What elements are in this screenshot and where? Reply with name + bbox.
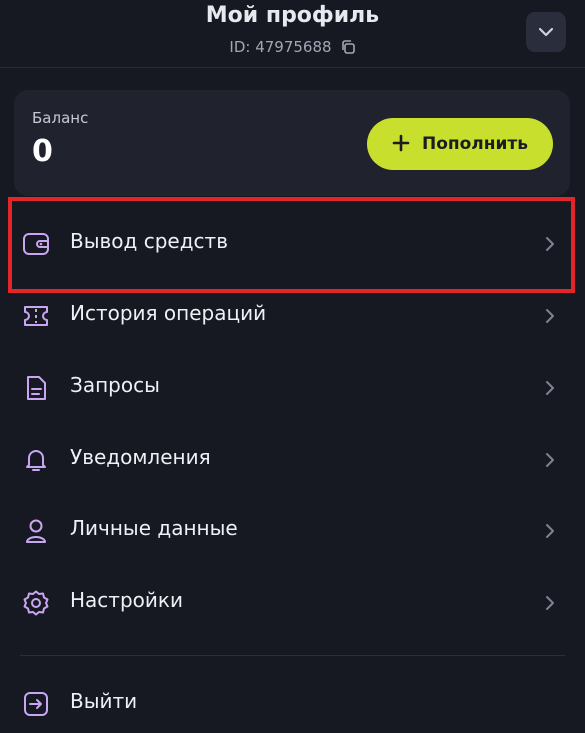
highlight-frame	[8, 197, 575, 293]
chevron-right-icon	[542, 522, 558, 540]
menu-divider	[20, 655, 565, 656]
menu-item-settings[interactable]: Настройки	[0, 572, 585, 632]
profile-header: Мой профиль ID: 47975688	[0, 0, 585, 68]
chevron-down-icon	[537, 23, 555, 42]
topup-button[interactable]: Пополнить	[367, 118, 553, 170]
menu-item-personal-data[interactable]: Личные данные	[0, 500, 585, 560]
balance-label: Баланс	[32, 109, 89, 127]
chevron-right-icon	[542, 594, 558, 612]
menu-item-label: Выйти	[70, 689, 138, 713]
menu-item-label: Настройки	[70, 588, 183, 612]
bell-icon	[22, 446, 50, 474]
menu-item-notifications[interactable]: Уведомления	[0, 429, 585, 489]
menu-item-requests[interactable]: Запросы	[0, 357, 585, 417]
gear-icon	[22, 589, 50, 617]
chevron-right-icon	[542, 307, 558, 325]
menu-item-label: История операций	[70, 301, 267, 325]
plus-icon	[392, 131, 410, 157]
balance-value: 0	[32, 134, 53, 169]
collapse-button[interactable]	[526, 12, 566, 52]
menu-item-label: Уведомления	[70, 445, 211, 469]
menu-item-logout[interactable]: Выйти	[0, 673, 585, 733]
menu-item-label: Личные данные	[70, 516, 238, 540]
chevron-right-icon	[542, 451, 558, 469]
page-title: Мой профиль	[205, 3, 380, 28]
document-icon	[22, 374, 50, 402]
menu-item-history[interactable]: История операций	[0, 285, 585, 345]
chevron-right-icon	[542, 379, 558, 397]
user-icon	[22, 517, 50, 545]
ticket-icon	[22, 302, 50, 330]
balance-card: Баланс 0 Пополнить	[14, 90, 570, 196]
copy-icon[interactable]	[340, 39, 356, 55]
user-id-row[interactable]: ID: 47975688	[0, 38, 585, 56]
menu-item-label: Запросы	[70, 373, 160, 397]
logout-icon	[22, 690, 50, 718]
user-id-text: ID: 47975688	[229, 38, 332, 56]
topup-label: Пополнить	[421, 134, 529, 154]
